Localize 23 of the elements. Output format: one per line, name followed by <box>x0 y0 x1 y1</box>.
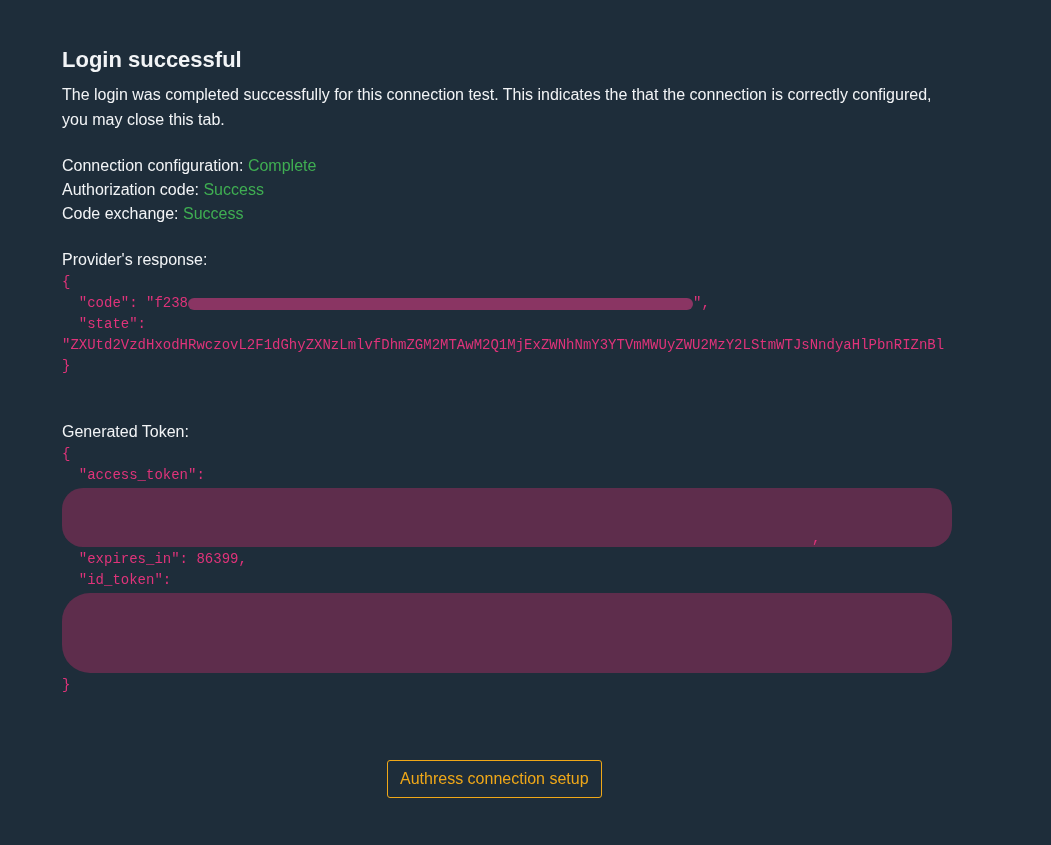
section-label: Provider's response: <box>62 250 209 270</box>
setup-button[interactable]: Authress connection setup <box>387 760 602 798</box>
page-title: Login successful <box>62 46 243 74</box>
code-line: { <box>62 445 71 464</box>
code-line: "id_token": <box>77 571 172 590</box>
status-label: Authorization code: <box>62 181 199 198</box>
status-value: Complete <box>247 157 317 174</box>
status-label: Connection configuration: <box>62 157 244 174</box>
code-line: "code": "f238 <box>77 294 189 313</box>
code-line: } <box>62 676 71 695</box>
code-line: "access_token": <box>77 466 205 485</box>
message-text: The login was completed successfully for this connection test. This indicates the that the connection is correctly configured, you may close this tab. <box>62 85 933 130</box>
code-line: "state": <box>77 315 146 334</box>
status-value: Success <box>183 205 244 222</box>
code-line: { <box>62 273 71 292</box>
code-line: ", <box>693 294 710 313</box>
code-line: , <box>812 529 821 548</box>
status-label: Code exchange: <box>62 205 179 222</box>
section-label: Generated Token: <box>62 422 190 442</box>
code-line: "ZXUtd2VzdHxodHRwczovL2F1dGhyZXNzLmlvfDhmZGM2MTAwM2Q1MjExZWNhNmY3YTVmMWUyZWU2MzY2LStmWTJsNndyaHlPbnRIZnBl <box>62 336 945 355</box>
code-line: } <box>62 357 71 376</box>
status-value: Success <box>203 181 264 198</box>
code-line: "expires_in": 86399, <box>77 550 247 569</box>
